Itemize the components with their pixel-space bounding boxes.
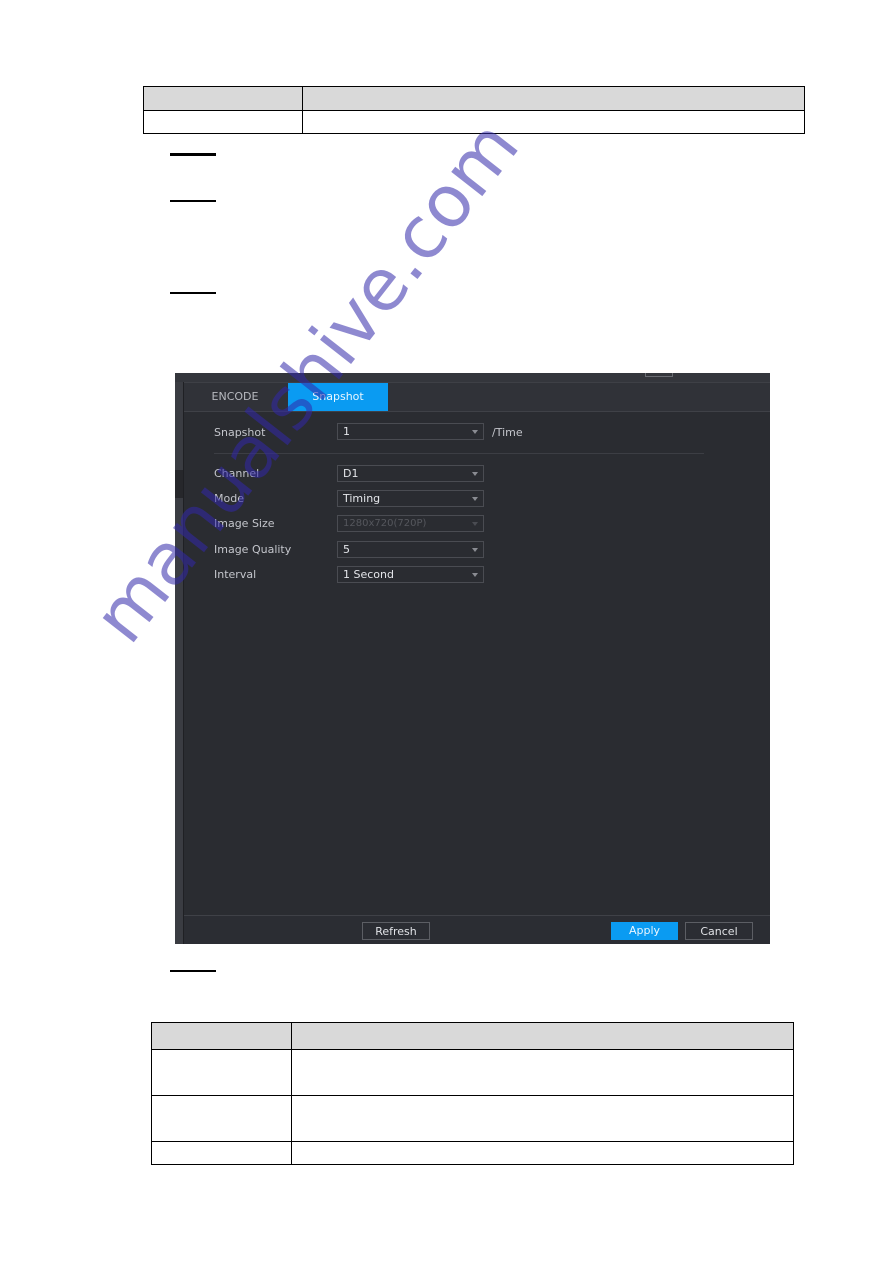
table-header-cell <box>291 1022 794 1050</box>
parameter-table-bottom <box>151 1022 794 1165</box>
tab-bar: ENCODE Snapshot <box>184 383 770 412</box>
select-value: Timing <box>343 492 381 505</box>
snapshot-settings-screenshot: ENCODE Snapshot Snapshot 1 /Time Channel… <box>175 373 770 944</box>
chevron-down-icon <box>472 430 478 434</box>
parameter-table-top <box>143 86 805 134</box>
tab-snapshot[interactable]: Snapshot <box>288 383 388 411</box>
chevron-down-icon <box>472 573 478 577</box>
table-header-cell <box>302 86 805 111</box>
per-time-label: /Time <box>492 426 523 439</box>
table-header-cell <box>151 1022 292 1050</box>
snapshot-count-select[interactable]: 1 <box>337 423 484 440</box>
table-cell <box>291 1095 794 1142</box>
tab-encode[interactable]: ENCODE <box>196 383 274 411</box>
chevron-down-icon <box>472 522 478 526</box>
action-bar: Refresh Apply Cancel <box>184 915 770 944</box>
mode-select[interactable]: Timing <box>337 490 484 507</box>
image-quality-label: Image Quality <box>214 543 292 556</box>
snapshot-label: Snapshot <box>214 426 266 439</box>
step-marker <box>170 970 216 972</box>
left-rail-handle[interactable] <box>175 470 183 498</box>
table-cell <box>151 1049 292 1096</box>
select-value: 1 <box>343 425 350 438</box>
chevron-down-icon <box>472 548 478 552</box>
channel-select[interactable]: D1 <box>337 465 484 482</box>
table-cell <box>291 1141 794 1165</box>
table-cell <box>302 110 805 134</box>
settings-form: Snapshot 1 /Time Channel D1 Mode Timing … <box>184 412 770 915</box>
table-cell <box>291 1049 794 1096</box>
apply-button[interactable]: Apply <box>611 922 678 940</box>
cancel-button[interactable]: Cancel <box>685 922 753 940</box>
step-marker <box>170 200 216 202</box>
interval-select[interactable]: 1 Second <box>337 566 484 583</box>
table-cell <box>151 1141 292 1165</box>
window-control <box>645 373 673 377</box>
window-top-strip <box>175 373 770 383</box>
select-value: 5 <box>343 543 350 556</box>
table-header-cell <box>143 86 303 111</box>
image-size-label: Image Size <box>214 517 275 530</box>
image-quality-select[interactable]: 5 <box>337 541 484 558</box>
select-value: 1 Second <box>343 568 394 581</box>
channel-label: Channel <box>214 467 260 480</box>
step-marker <box>170 153 216 156</box>
table-cell <box>151 1095 292 1142</box>
mode-label: Mode <box>214 492 244 505</box>
chevron-down-icon <box>472 472 478 476</box>
table-cell <box>143 110 303 134</box>
step-marker <box>170 292 216 294</box>
select-value: D1 <box>343 467 359 480</box>
select-value: 1280x720(720P) <box>343 518 427 529</box>
left-scroll-rail <box>175 382 184 944</box>
interval-label: Interval <box>214 568 257 581</box>
chevron-down-icon <box>472 497 478 501</box>
divider <box>214 453 704 454</box>
image-size-select: 1280x720(720P) <box>337 515 484 532</box>
refresh-button[interactable]: Refresh <box>362 922 430 940</box>
